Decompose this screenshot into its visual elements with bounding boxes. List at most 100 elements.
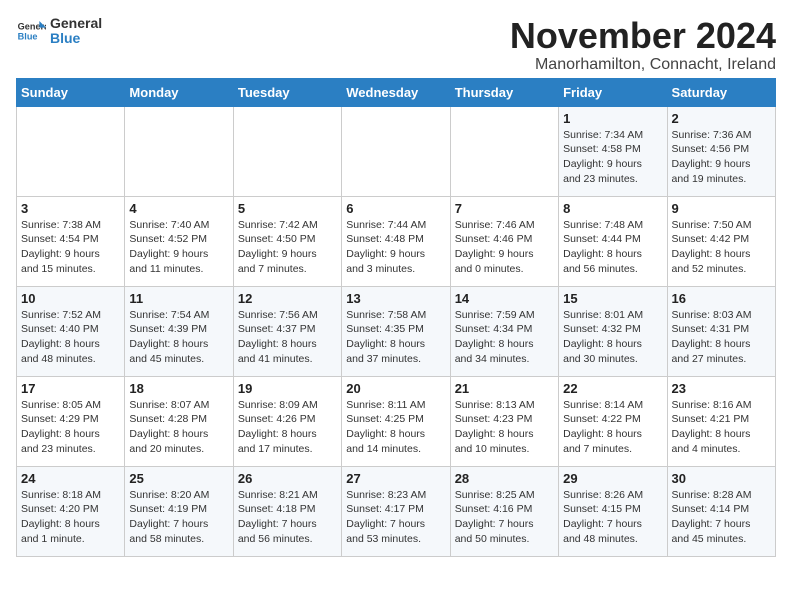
weekday-header-monday: Monday [125,78,233,106]
calendar-cell: 26 Sunrise: 8:21 AM Sunset: 4:18 PM Dayli… [233,466,341,556]
day-info: Sunrise: 8:14 AM Sunset: 4:22 PM Dayligh… [563,398,662,457]
day-number: 15 [563,291,662,306]
logo-blue: Blue [50,30,80,46]
calendar-cell: 5 Sunrise: 7:42 AM Sunset: 4:50 PM Daylig… [233,196,341,286]
day-info: Sunrise: 7:56 AM Sunset: 4:37 PM Dayligh… [238,308,337,367]
calendar-table: SundayMondayTuesdayWednesdayThursdayFrid… [16,78,776,557]
week-row-1: 1Sunrise: 7:34 AM Sunset: 4:58 PM Daylig… [17,106,776,196]
day-info: Sunrise: 8:21 AM Sunset: 4:18 PM Dayligh… [238,488,337,547]
day-info: Sunrise: 8:18 AM Sunset: 4:20 PM Dayligh… [21,488,120,547]
day-info: Sunrise: 7:50 AM Sunset: 4:42 PM Dayligh… [672,218,771,277]
day-number: 14 [455,291,554,306]
day-number: 13 [346,291,445,306]
calendar-cell: 27 Sunrise: 8:23 AM Sunset: 4:17 PM Dayli… [342,466,450,556]
calendar-cell: 21 Sunrise: 8:13 AM Sunset: 4:23 PM Dayli… [450,376,558,466]
day-info: Sunrise: 8:13 AM Sunset: 4:23 PM Dayligh… [455,398,554,457]
calendar-cell: 18 Sunrise: 8:07 AM Sunset: 4:28 PM Dayli… [125,376,233,466]
week-row-4: 17Sunrise: 8:05 AM Sunset: 4:29 PM Dayli… [17,376,776,466]
calendar-cell [342,106,450,196]
day-info: Sunrise: 7:42 AM Sunset: 4:50 PM Dayligh… [238,218,337,277]
day-number: 23 [672,381,771,396]
day-info: Sunrise: 8:03 AM Sunset: 4:31 PM Dayligh… [672,308,771,367]
calendar-cell: 9 Sunrise: 7:50 AM Sunset: 4:42 PM Daylig… [667,196,775,286]
calendar-cell: 4Sunrise: 7:40 AM Sunset: 4:52 PM Daylig… [125,196,233,286]
calendar-cell: 14 Sunrise: 7:59 AM Sunset: 4:34 PM Dayli… [450,286,558,376]
day-number: 12 [238,291,337,306]
day-info: Sunrise: 7:46 AM Sunset: 4:46 PM Dayligh… [455,218,554,277]
calendar-cell: 6 Sunrise: 7:44 AM Sunset: 4:48 PM Daylig… [342,196,450,286]
calendar-cell: 2 Sunrise: 7:36 AM Sunset: 4:56 PM Daylig… [667,106,775,196]
page-header: General Blue General Blue November 2024 … [16,16,776,74]
logo-icon: General Blue [16,16,46,46]
calendar-cell: 8Sunrise: 7:48 AM Sunset: 4:44 PM Daylig… [559,196,667,286]
day-number: 21 [455,381,554,396]
day-number: 6 [346,201,445,216]
day-number: 3 [21,201,120,216]
day-info: Sunrise: 7:44 AM Sunset: 4:48 PM Dayligh… [346,218,445,277]
day-number: 27 [346,471,445,486]
day-number: 9 [672,201,771,216]
calendar-cell: 17Sunrise: 8:05 AM Sunset: 4:29 PM Dayli… [17,376,125,466]
day-info: Sunrise: 8:16 AM Sunset: 4:21 PM Dayligh… [672,398,771,457]
calendar-cell: 7 Sunrise: 7:46 AM Sunset: 4:46 PM Daylig… [450,196,558,286]
weekday-header-row: SundayMondayTuesdayWednesdayThursdayFrid… [17,78,776,106]
day-info: Sunrise: 8:01 AM Sunset: 4:32 PM Dayligh… [563,308,662,367]
calendar-cell: 13 Sunrise: 7:58 AM Sunset: 4:35 PM Dayli… [342,286,450,376]
day-info: Sunrise: 7:48 AM Sunset: 4:44 PM Dayligh… [563,218,662,277]
calendar-cell [125,106,233,196]
calendar-title: November 2024 [510,16,776,56]
day-info: Sunrise: 7:36 AM Sunset: 4:56 PM Dayligh… [672,128,771,187]
day-number: 25 [129,471,228,486]
weekday-header-wednesday: Wednesday [342,78,450,106]
day-info: Sunrise: 7:54 AM Sunset: 4:39 PM Dayligh… [129,308,228,367]
calendar-cell [17,106,125,196]
day-number: 16 [672,291,771,306]
day-number: 2 [672,111,771,126]
day-info: Sunrise: 7:58 AM Sunset: 4:35 PM Dayligh… [346,308,445,367]
calendar-cell: 15 Sunrise: 8:01 AM Sunset: 4:32 PM Dayli… [559,286,667,376]
day-info: Sunrise: 8:26 AM Sunset: 4:15 PM Dayligh… [563,488,662,547]
day-info: Sunrise: 8:25 AM Sunset: 4:16 PM Dayligh… [455,488,554,547]
calendar-cell: 11 Sunrise: 7:54 AM Sunset: 4:39 PM Dayli… [125,286,233,376]
calendar-cell [233,106,341,196]
calendar-cell: 1Sunrise: 7:34 AM Sunset: 4:58 PM Daylig… [559,106,667,196]
weekday-header-saturday: Saturday [667,78,775,106]
day-number: 1 [563,111,662,126]
calendar-cell: 23 Sunrise: 8:16 AM Sunset: 4:21 PM Dayli… [667,376,775,466]
week-row-5: 24 Sunrise: 8:18 AM Sunset: 4:20 PM Dayli… [17,466,776,556]
day-number: 5 [238,201,337,216]
calendar-cell: 16 Sunrise: 8:03 AM Sunset: 4:31 PM Dayli… [667,286,775,376]
day-info: Sunrise: 8:07 AM Sunset: 4:28 PM Dayligh… [129,398,228,457]
day-number: 10 [21,291,120,306]
day-info: Sunrise: 8:09 AM Sunset: 4:26 PM Dayligh… [238,398,337,457]
calendar-cell: 22Sunrise: 8:14 AM Sunset: 4:22 PM Dayli… [559,376,667,466]
calendar-cell: 29Sunrise: 8:26 AM Sunset: 4:15 PM Dayli… [559,466,667,556]
day-info: Sunrise: 8:05 AM Sunset: 4:29 PM Dayligh… [21,398,120,457]
day-number: 28 [455,471,554,486]
calendar-cell: 10Sunrise: 7:52 AM Sunset: 4:40 PM Dayli… [17,286,125,376]
week-row-3: 10Sunrise: 7:52 AM Sunset: 4:40 PM Dayli… [17,286,776,376]
day-number: 18 [129,381,228,396]
title-block: November 2024 Manorhamilton, Connacht, I… [510,16,776,74]
day-number: 26 [238,471,337,486]
day-info: Sunrise: 8:11 AM Sunset: 4:25 PM Dayligh… [346,398,445,457]
day-info: Sunrise: 8:28 AM Sunset: 4:14 PM Dayligh… [672,488,771,547]
day-number: 30 [672,471,771,486]
weekday-header-friday: Friday [559,78,667,106]
calendar-cell: 12 Sunrise: 7:56 AM Sunset: 4:37 PM Dayli… [233,286,341,376]
day-number: 24 [21,471,120,486]
calendar-cell: 24 Sunrise: 8:18 AM Sunset: 4:20 PM Dayli… [17,466,125,556]
calendar-cell: 3 Sunrise: 7:38 AM Sunset: 4:54 PM Daylig… [17,196,125,286]
calendar-cell: 25Sunrise: 8:20 AM Sunset: 4:19 PM Dayli… [125,466,233,556]
day-info: Sunrise: 7:38 AM Sunset: 4:54 PM Dayligh… [21,218,120,277]
calendar-cell: 30 Sunrise: 8:28 AM Sunset: 4:14 PM Dayli… [667,466,775,556]
svg-text:Blue: Blue [18,32,38,42]
weekday-header-thursday: Thursday [450,78,558,106]
calendar-subtitle: Manorhamilton, Connacht, Ireland [510,56,776,74]
day-number: 7 [455,201,554,216]
logo: General Blue General Blue [16,16,102,47]
day-info: Sunrise: 8:23 AM Sunset: 4:17 PM Dayligh… [346,488,445,547]
logo-general: General [50,15,102,31]
day-number: 11 [129,291,228,306]
day-info: Sunrise: 7:59 AM Sunset: 4:34 PM Dayligh… [455,308,554,367]
